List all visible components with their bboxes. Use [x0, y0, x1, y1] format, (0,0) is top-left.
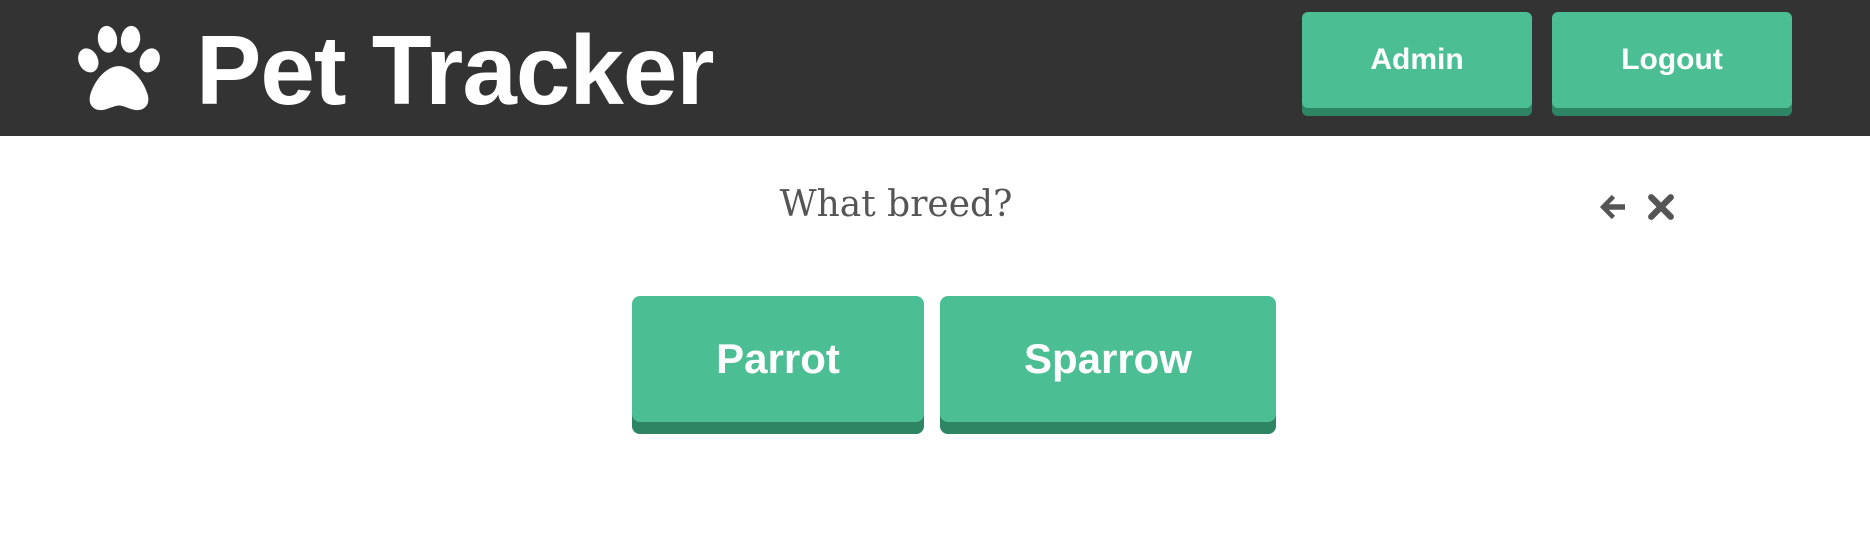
top-header: Pet Tracker Admin Logout: [0, 0, 1870, 136]
logout-button[interactable]: Logout: [1552, 12, 1792, 116]
arrow-left-icon: [1595, 189, 1631, 225]
back-button[interactable]: [1593, 187, 1633, 227]
choice-button-sparrow[interactable]: Sparrow: [940, 296, 1276, 434]
choice-button-parrot[interactable]: Parrot: [632, 296, 924, 434]
question-text: What breed?: [779, 184, 1013, 225]
admin-button[interactable]: Admin: [1302, 12, 1532, 116]
paw-icon: [70, 22, 168, 118]
app-title: Pet Tracker: [196, 15, 714, 125]
close-icon: [1643, 189, 1679, 225]
close-button[interactable]: [1641, 187, 1681, 227]
brand: Pet Tracker: [70, 15, 714, 125]
